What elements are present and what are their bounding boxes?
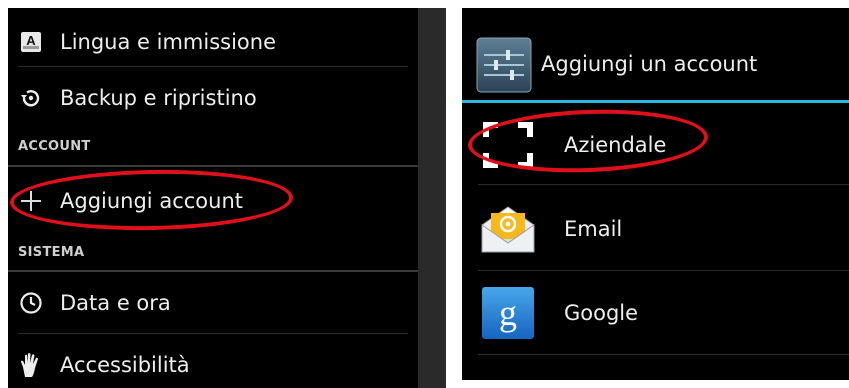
divider [18,333,408,334]
svg-text:g: g [499,293,517,333]
settings-sliders-icon [476,37,532,93]
settings-item-backup[interactable]: Backup e ripristino [8,72,418,124]
backup-icon [18,85,44,111]
header-accent-line [462,100,849,103]
divider [18,66,408,67]
email-icon [478,201,538,257]
google-icon: g [478,285,538,341]
account-type-google[interactable]: g Google [478,278,849,348]
settings-item-label: Lingua e immissione [60,30,276,54]
divider [478,270,849,271]
separator-strip [418,8,446,388]
add-account-panel: Aggiungi un account Aziendale Email g Go… [462,8,849,380]
divider [478,184,849,185]
clock-icon [18,290,44,316]
settings-item-label: Backup e ripristino [60,86,257,110]
section-divider [8,270,418,272]
settings-item-accessibilita[interactable]: Accessibilità [8,340,418,388]
divider [478,354,849,355]
settings-item-data-ora[interactable]: Data e ora [8,278,418,328]
page-title: Aggiungi un account [541,52,758,76]
language-icon: A [18,29,44,55]
svg-text:A: A [26,33,36,48]
section-header-account: ACCOUNT [18,139,91,154]
action-bar: Aggiungi un account [462,8,849,100]
account-type-label: Google [564,301,639,325]
hand-icon [18,352,44,378]
account-type-email[interactable]: Email [478,194,849,264]
section-header-sistema: SISTEMA [18,245,85,260]
settings-item-label: Data e ora [60,291,171,315]
account-type-label: Email [564,217,623,241]
section-divider [8,165,418,167]
settings-item-lingua[interactable]: A Lingua e immissione [8,18,418,66]
settings-item-label: Accessibilità [60,353,190,377]
